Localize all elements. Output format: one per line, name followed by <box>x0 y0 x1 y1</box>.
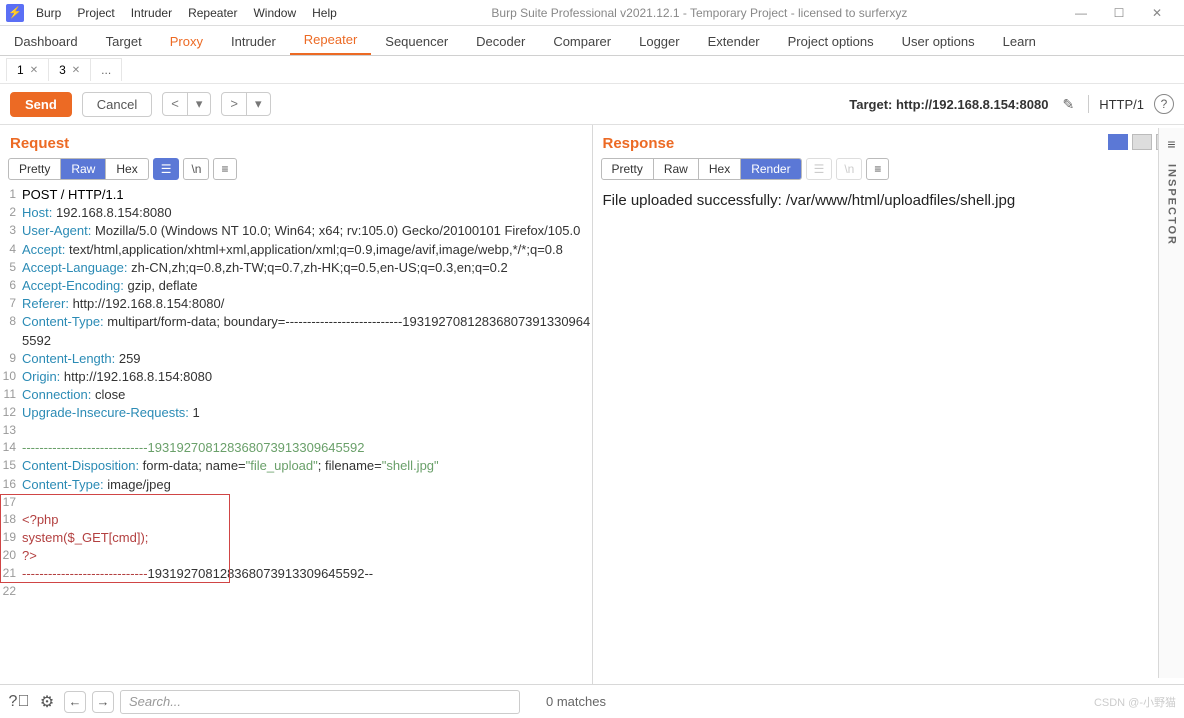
newline-icon[interactable]: \n <box>183 158 209 180</box>
history-prev-button[interactable]: < <box>163 93 188 115</box>
maximize-button[interactable]: ☐ <box>1100 0 1138 26</box>
watermark: CSDN @-小野猫 <box>1094 694 1176 710</box>
tab-repeater[interactable]: Repeater <box>290 26 371 55</box>
response-view-hex[interactable]: Hex <box>699 159 741 179</box>
request-view-hex[interactable]: Hex <box>106 159 147 179</box>
request-view-seg: PrettyRawHex <box>8 158 149 180</box>
request-pane: Request PrettyRawHex ☰ \n ≡ 1POST / HTTP… <box>0 125 593 684</box>
cancel-button[interactable]: Cancel <box>82 92 152 117</box>
target-label: Target: http://192.168.8.154:8080 <box>849 97 1048 112</box>
request-view-pretty[interactable]: Pretty <box>9 159 61 179</box>
action-bar: Send Cancel < ▾ > ▾ Target: http://192.1… <box>0 84 1184 124</box>
response-pane: Response PrettyRawHexRender ☰ \n ≡ File … <box>593 125 1184 684</box>
tab-proxy[interactable]: Proxy <box>156 28 217 55</box>
layout-rows-icon[interactable] <box>1132 134 1152 150</box>
menu-project[interactable]: Project <box>77 6 114 20</box>
history-prev-group: < ▾ <box>162 92 211 116</box>
search-input[interactable]: Search... <box>120 690 520 714</box>
history-next-group: > ▾ <box>221 92 270 116</box>
menu-help[interactable]: Help <box>312 6 337 20</box>
response-view-bar: PrettyRawHexRender ☰ \n ≡ <box>593 158 1184 186</box>
history-prev-dropdown[interactable]: ▾ <box>188 93 211 115</box>
sub-tab-1[interactable]: 1✕ <box>6 58 49 81</box>
footer-bar: ?⃝ ⚙ ← → Search... 0 matches <box>0 684 1184 718</box>
tab-user-options[interactable]: User options <box>888 28 989 55</box>
tab-dashboard[interactable]: Dashboard <box>0 28 92 55</box>
tab-project-options[interactable]: Project options <box>774 28 888 55</box>
menu-bar: Burp Project Intruder Repeater Window He… <box>30 6 337 20</box>
response-view-raw[interactable]: Raw <box>654 159 699 179</box>
tab-extender[interactable]: Extender <box>694 28 774 55</box>
inspector-panel[interactable]: ≡ INSPECTOR <box>1158 128 1184 678</box>
menu-repeater[interactable]: Repeater <box>188 6 237 20</box>
history-next-dropdown[interactable]: ▾ <box>247 93 270 115</box>
tab-target[interactable]: Target <box>92 28 156 55</box>
close-button[interactable]: ✕ <box>1138 0 1176 26</box>
help-icon[interactable]: ?⃝ <box>8 691 30 713</box>
response-view-render[interactable]: Render <box>741 159 800 179</box>
window-title: Burp Suite Professional v2021.12.1 - Tem… <box>337 6 1062 20</box>
menu-burp[interactable]: Burp <box>36 6 61 20</box>
minimize-button[interactable]: — <box>1062 0 1100 26</box>
actions-icon[interactable]: ☰ <box>806 158 833 180</box>
tab-sequencer[interactable]: Sequencer <box>371 28 462 55</box>
http-version-label[interactable]: HTTP/1 <box>1099 97 1144 112</box>
menu-intruder[interactable]: Intruder <box>131 6 172 20</box>
tab-comparer[interactable]: Comparer <box>539 28 625 55</box>
response-view-pretty[interactable]: Pretty <box>602 159 654 179</box>
search-next-icon[interactable]: → <box>92 691 114 713</box>
menu-window[interactable]: Window <box>253 6 296 20</box>
request-view-raw[interactable]: Raw <box>61 159 106 179</box>
sub-tab-more[interactable]: ... <box>91 58 122 81</box>
actions-icon[interactable]: ☰ <box>153 158 180 180</box>
tab-decoder[interactable]: Decoder <box>462 28 539 55</box>
help-icon[interactable]: ? <box>1154 94 1174 114</box>
matches-label: 0 matches <box>546 694 606 709</box>
app-logo: ⚡ <box>6 4 24 22</box>
main-tabs: DashboardTargetProxyIntruderRepeaterSequ… <box>0 26 1184 56</box>
response-view-seg: PrettyRawHexRender <box>601 158 802 180</box>
request-editor[interactable]: 1POST / HTTP/1.12Host: 192.168.8.154:808… <box>0 186 592 684</box>
response-text: File uploaded successfully: /var/www/htm… <box>603 192 1016 209</box>
request-title: Request <box>0 125 592 158</box>
layout-columns-icon[interactable] <box>1108 134 1128 150</box>
close-icon[interactable]: ✕ <box>30 65 38 76</box>
tab-intruder[interactable]: Intruder <box>217 28 290 55</box>
response-body[interactable]: File uploaded successfully: /var/www/htm… <box>593 186 1184 684</box>
response-title: Response <box>593 125 685 158</box>
search-prev-icon[interactable]: ← <box>64 691 86 713</box>
send-button[interactable]: Send <box>10 92 72 117</box>
edit-target-icon[interactable]: ✎ <box>1058 96 1078 113</box>
window-controls: — ☐ ✕ <box>1062 0 1184 26</box>
sub-tab-3[interactable]: 3✕ <box>49 58 91 81</box>
repeater-sub-tabs: 1✕ 3✕ ... <box>0 56 1184 84</box>
history-next-button[interactable]: > <box>222 93 247 115</box>
gear-icon[interactable]: ⚙ <box>36 691 58 713</box>
tab-logger[interactable]: Logger <box>625 28 693 55</box>
titlebar: ⚡ Burp Project Intruder Repeater Window … <box>0 0 1184 26</box>
hamburger-icon[interactable]: ≡ <box>866 158 889 180</box>
tab-learn[interactable]: Learn <box>989 28 1050 55</box>
request-view-bar: PrettyRawHex ☰ \n ≡ <box>0 158 592 186</box>
newline-icon[interactable]: \n <box>836 158 862 180</box>
inspector-toggle-icon[interactable]: ≡ <box>1167 136 1175 152</box>
hamburger-icon[interactable]: ≡ <box>213 158 236 180</box>
work-area: Request PrettyRawHex ☰ \n ≡ 1POST / HTTP… <box>0 124 1184 684</box>
separator <box>1088 95 1089 113</box>
close-icon[interactable]: ✕ <box>72 65 80 76</box>
